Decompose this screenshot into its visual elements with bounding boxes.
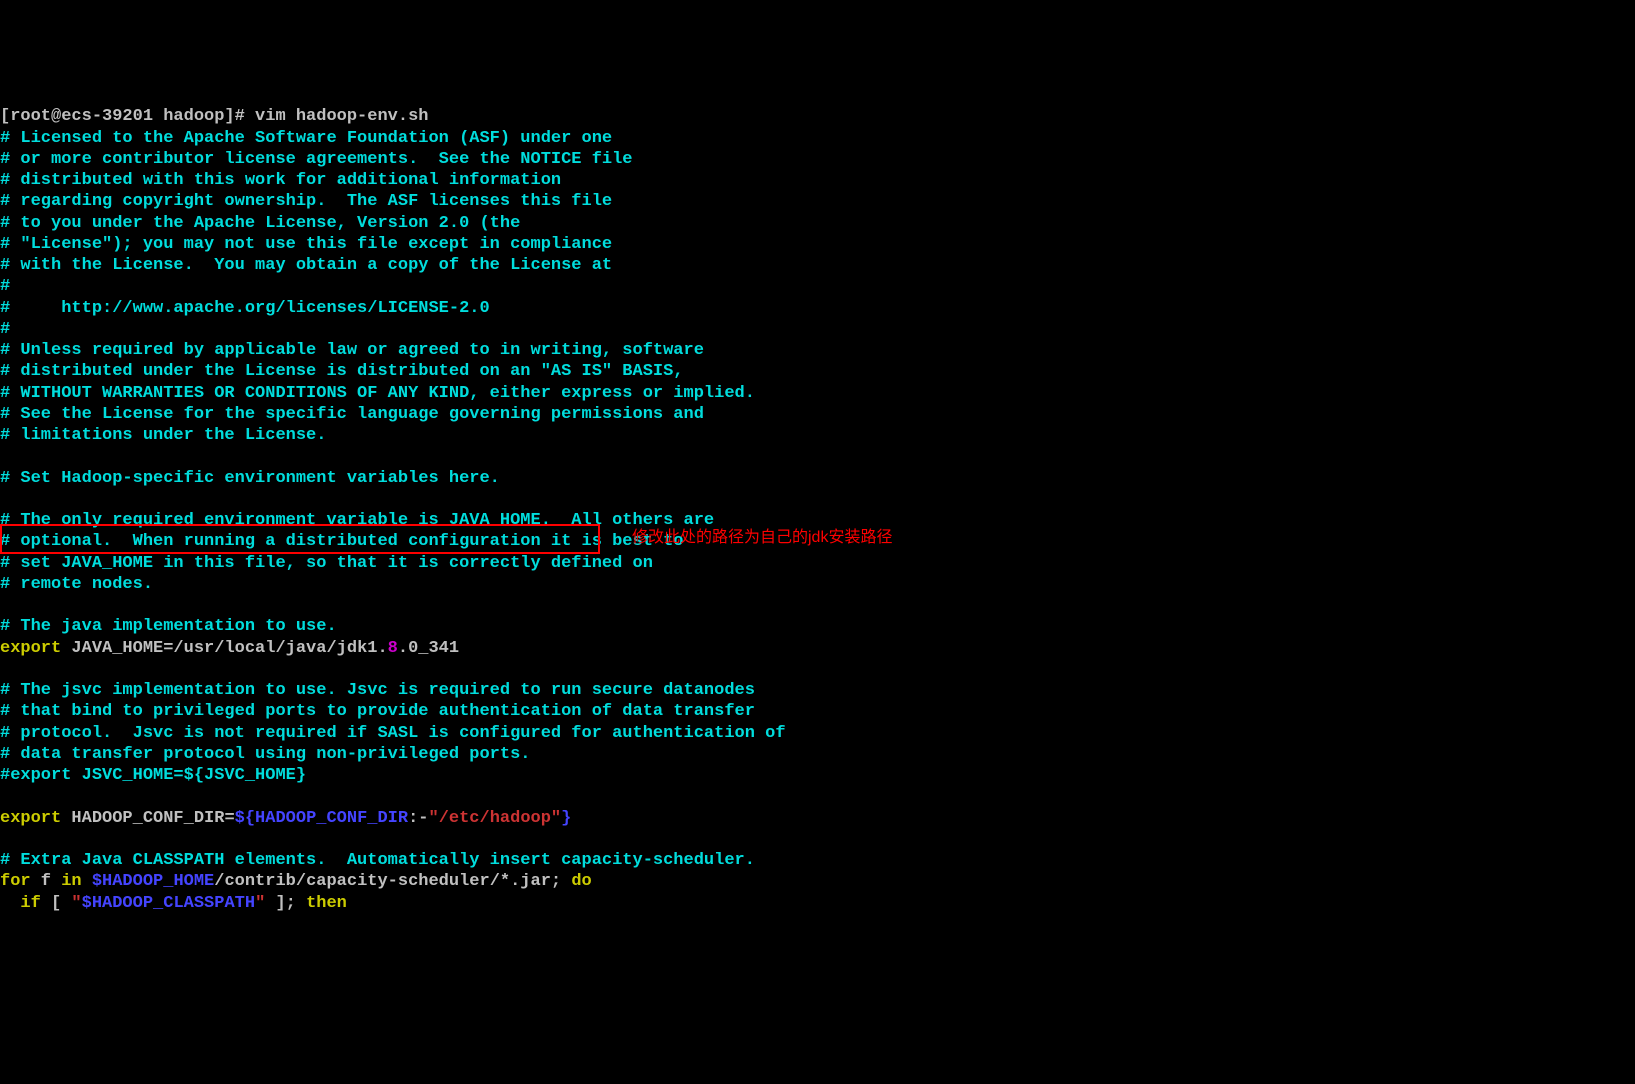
java-home-path-post: .0_341	[398, 639, 459, 658]
if-close-bracket: ];	[265, 894, 306, 913]
conf-dir-var: ${HADOOP_CONF_DIR	[235, 809, 408, 828]
file-line: # that bind to privileged ports to provi…	[0, 702, 755, 721]
for-path-glob: /contrib/capacity-scheduler/*.jar;	[214, 872, 571, 891]
file-line: # distributed with this work for additio…	[0, 171, 561, 190]
conf-dir-string: "/etc/hadoop"	[429, 809, 562, 828]
file-line: # The java implementation to use.	[0, 617, 337, 636]
conf-dir-close-brace: }	[561, 809, 571, 828]
file-line: # The only required environment variable…	[0, 511, 714, 530]
file-line: # Unless required by applicable law or a…	[0, 341, 704, 360]
file-line: # data transfer protocol using non-privi…	[0, 745, 531, 764]
if-open-bracket: [	[41, 894, 72, 913]
file-line: # Licensed to the Apache Software Founda…	[0, 129, 612, 148]
file-line: # limitations under the License.	[0, 426, 326, 445]
then-keyword: then	[306, 894, 347, 913]
file-line: # to you under the Apache License, Versi…	[0, 214, 520, 233]
conf-dir-assign: HADOOP_CONF_DIR=	[61, 809, 234, 828]
file-line: # set JAVA_HOME in this file, so that it…	[0, 554, 653, 573]
hadoop-conf-line: export HADOOP_CONF_DIR=${HADOOP_CONF_DIR…	[0, 809, 571, 828]
file-line: # http://www.apache.org/licenses/LICENSE…	[0, 299, 490, 318]
export-keyword: export	[0, 809, 61, 828]
in-keyword: in	[61, 872, 92, 891]
file-line: #export JSVC_HOME=${JSVC_HOME}	[0, 766, 306, 785]
file-line: # "License"); you may not use this file …	[0, 235, 612, 254]
file-line: # Extra Java CLASSPATH elements. Automat…	[0, 851, 755, 870]
for-loop-line: for f in $HADOOP_HOME/contrib/capacity-s…	[0, 872, 592, 891]
file-line: # or more contributor license agreements…	[0, 150, 633, 169]
do-keyword: do	[571, 872, 591, 891]
file-line: #	[0, 320, 10, 339]
file-line: # with the License. You may obtain a cop…	[0, 256, 612, 275]
if-line: if [ "$HADOOP_CLASSPATH" ]; then	[0, 894, 347, 913]
shell-prompt: [root@ecs-39201 hadoop]# vim hadoop-env.…	[0, 107, 428, 126]
quote-open: "	[71, 894, 81, 913]
file-line: # Set Hadoop-specific environment variab…	[0, 469, 500, 488]
file-line: # See the License for the specific langu…	[0, 405, 704, 424]
file-line: #	[0, 277, 10, 296]
file-line: # regarding copyright ownership. The ASF…	[0, 192, 612, 211]
file-line: # distributed under the License is distr…	[0, 362, 684, 381]
export-keyword: export	[0, 639, 61, 658]
file-line: # remote nodes.	[0, 575, 153, 594]
java-version-digit: 8	[388, 639, 398, 658]
hadoop-classpath-var: $HADOOP_CLASSPATH	[82, 894, 255, 913]
hadoop-home-var: $HADOOP_HOME	[92, 872, 214, 891]
terminal-output[interactable]: [root@ecs-39201 hadoop]# vim hadoop-env.…	[0, 85, 1635, 914]
file-line: # WITHOUT WARRANTIES OR CONDITIONS OF AN…	[0, 384, 755, 403]
annotation-text: 修改此处的路径为自己的jdk安装路径	[632, 528, 892, 548]
file-line: # protocol. Jsvc is not required if SASL…	[0, 724, 786, 743]
for-keyword: for	[0, 872, 31, 891]
java-home-line: export JAVA_HOME=/usr/local/java/jdk1.8.…	[0, 639, 459, 658]
for-var-f: f	[31, 872, 62, 891]
java-home-path-pre: JAVA_HOME=/usr/local/java/jdk1.	[61, 639, 387, 658]
quote-close: "	[255, 894, 265, 913]
file-line: # optional. When running a distributed c…	[0, 532, 684, 551]
conf-dir-colon: :-	[408, 809, 428, 828]
if-keyword: if	[20, 894, 40, 913]
file-line: # The jsvc implementation to use. Jsvc i…	[0, 681, 755, 700]
if-indent	[0, 894, 20, 913]
